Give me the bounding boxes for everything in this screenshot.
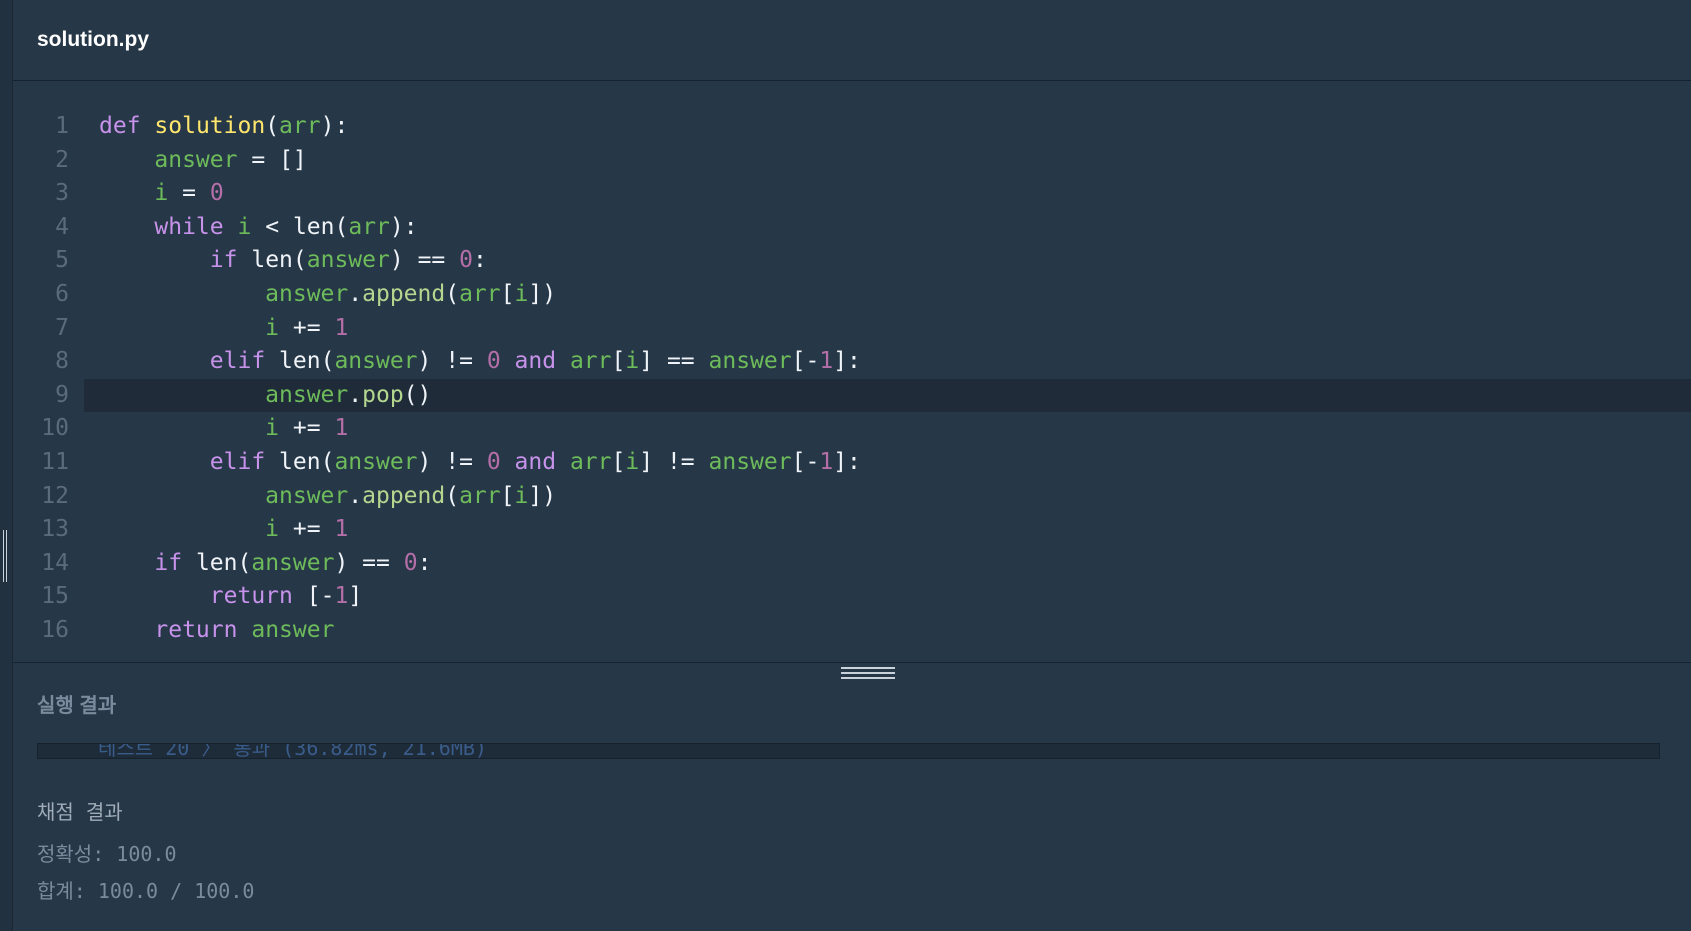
code-text[interactable]: return answer (99, 614, 334, 648)
line-number: 11 (41, 448, 69, 475)
code-text[interactable]: answer.pop() (99, 379, 431, 413)
left-panel-gutter (0, 0, 13, 931)
code-text[interactable]: elif len(answer) != 0 and arr[i] == answ… (99, 345, 861, 379)
code-text[interactable]: return [-1] (99, 580, 362, 614)
line-number: 4 (55, 213, 69, 240)
result-title: 실행 결과 (37, 695, 117, 717)
code-text[interactable]: i = 0 (99, 177, 223, 211)
code-line[interactable]: 5 if len(answer) == 0: (13, 244, 1691, 278)
code-line[interactable]: 9 answer.pop() (55, 378, 1691, 413)
console-output-strip: 테스트 20 〉 통과 (36.82ms, 21.6MB) (37, 743, 1660, 759)
line-number: 14 (41, 549, 69, 576)
code-area[interactable]: 1 def solution(arr): 2 answer = [] 3 i = 04… (13, 110, 1691, 650)
code-line[interactable]: 11 elif len(answer) != 0 and arr[i] != a… (13, 446, 1691, 480)
code-text[interactable]: if len(answer) == 0: (99, 244, 487, 278)
line-number: 6 (55, 280, 69, 307)
console-partial-line: 테스트 20 〉 통과 (36.82ms, 21.6MB) (98, 743, 487, 759)
code-line[interactable]: 16 return answer (13, 614, 1691, 648)
panel-resize-handle[interactable] (841, 667, 895, 681)
result-panel: 실행 결과 테스트 20 〉 통과 (36.82ms, 21.6MB) 채점 결… (13, 662, 1691, 931)
code-line[interactable]: 14 if len(answer) == 0: (13, 547, 1691, 581)
code-text[interactable]: if len(answer) == 0: (99, 547, 431, 581)
code-text[interactable]: def solution(arr): (99, 110, 348, 144)
code-text[interactable]: i += 1 (99, 513, 348, 547)
grading-total: 합계: 100.0 / 100.0 (37, 879, 255, 903)
line-number: 13 (41, 516, 69, 543)
code-line[interactable]: 1 def solution(arr): (13, 110, 1691, 144)
line-number: 9 (55, 381, 69, 408)
code-line[interactable]: 3 i = 0 (13, 177, 1691, 211)
line-number: 12 (41, 482, 69, 509)
line-number: 3 (55, 180, 69, 207)
line-number: 8 (55, 348, 69, 375)
left-resize-handle[interactable] (3, 530, 7, 582)
code-line[interactable]: 10 i += 1 (13, 412, 1691, 446)
grading-title: 채점 결과 (37, 800, 123, 824)
file-name-tab[interactable]: solution.py (37, 28, 149, 52)
code-line[interactable]: 13 i += 1 (13, 513, 1691, 547)
code-text[interactable]: answer.append(arr[i]) (99, 480, 556, 514)
line-number: 15 (41, 583, 69, 610)
line-number: 7 (55, 314, 69, 341)
code-line[interactable]: 8 elif len(answer) != 0 and arr[i] == an… (13, 345, 1691, 379)
line-number: 10 (41, 415, 69, 442)
code-editor-panel: solution.py 1 def solution(arr): 2 answer … (13, 0, 1691, 662)
code-line[interactable]: 7 i += 1 (13, 312, 1691, 346)
line-number: 1 (55, 113, 69, 139)
code-line[interactable]: 4 while i < len(arr): (13, 211, 1691, 245)
code-line[interactable]: 12 answer.append(arr[i]) (13, 480, 1691, 514)
grading-accuracy: 정확성: 100.0 (37, 842, 177, 866)
code-line[interactable]: 15 return [-1] (13, 580, 1691, 614)
code-line[interactable]: 6 answer.append(arr[i]) (13, 278, 1691, 312)
code-text[interactable]: answer = [] (99, 144, 306, 178)
code-text[interactable]: i += 1 (99, 312, 348, 346)
line-number: 5 (55, 247, 69, 274)
code-text[interactable]: i += 1 (99, 412, 348, 446)
code-line[interactable]: 2 answer = [] (13, 144, 1691, 178)
line-number: 2 (55, 146, 69, 173)
code-text[interactable]: answer.append(arr[i]) (99, 278, 556, 312)
file-tab-header: solution.py (13, 0, 1691, 81)
line-number: 16 (41, 616, 69, 643)
code-text[interactable]: elif len(answer) != 0 and arr[i] != answ… (99, 446, 861, 480)
code-text[interactable]: while i < len(arr): (99, 211, 417, 245)
